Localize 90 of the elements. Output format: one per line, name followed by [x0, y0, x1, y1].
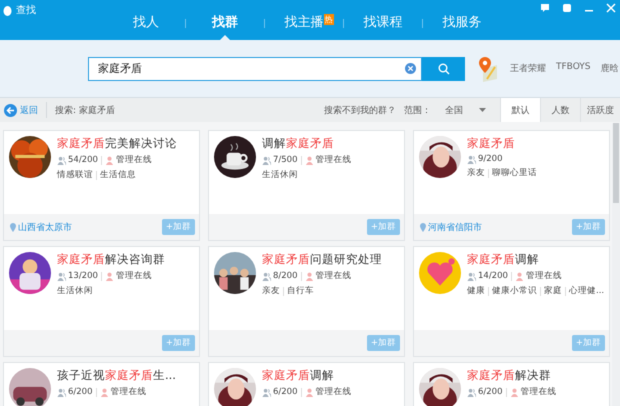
- members-icon: [262, 272, 271, 280]
- member-count: 13/200: [68, 271, 98, 281]
- admin-status: 管理在线: [316, 154, 352, 166]
- group-title[interactable]: 调解家庭矛盾: [262, 136, 352, 151]
- group-tag: 聊聊心里话: [492, 167, 537, 179]
- group-title[interactable]: 家庭矛盾调解: [262, 368, 352, 383]
- group-title[interactable]: 孩子近视家庭矛盾生...: [57, 368, 176, 383]
- group-title[interactable]: 家庭矛盾解决咨询群: [57, 252, 165, 267]
- hot-keyword-link[interactable]: 鹿晗: [600, 62, 618, 75]
- person-icon: [510, 388, 518, 396]
- members-icon: [57, 272, 66, 280]
- group-title[interactable]: 家庭矛盾完美解决讨论: [57, 136, 177, 151]
- clear-icon[interactable]: [405, 62, 416, 74]
- search-field[interactable]: 家庭矛盾: [88, 56, 422, 80]
- person-icon: [104, 156, 114, 164]
- person-icon: [304, 388, 314, 396]
- sort-tab[interactable]: 活跃度: [580, 98, 620, 122]
- group-tag: 情感联谊: [57, 169, 93, 181]
- group-title[interactable]: 家庭矛盾: [467, 136, 537, 151]
- group-tag: 亲友: [467, 167, 485, 179]
- window-title: 查找: [16, 4, 36, 17]
- member-count: 6/200: [68, 387, 92, 397]
- group-tag: 健康: [467, 285, 485, 297]
- not-found-link[interactable]: 搜索不到我的群？: [324, 104, 396, 116]
- group-card[interactable]: 家庭矛盾问题研究处理 8/200 管理在线 亲友 自行车 +加群: [208, 246, 405, 357]
- admin-status: 管理在线: [316, 270, 352, 282]
- person-icon: [104, 272, 114, 280]
- scrollbar[interactable]: [612, 123, 620, 406]
- members-icon: [467, 272, 476, 280]
- pin-icon: [420, 222, 426, 232]
- group-tag: 亲友: [262, 285, 280, 297]
- group-tag: 自行车: [287, 285, 314, 297]
- group-tag: 生活休闲: [262, 169, 298, 181]
- group-card[interactable]: 家庭矛盾 9/200 亲友 聊聊心里话 河南省信阳市 +加群: [413, 130, 610, 241]
- member-count: 8/200: [273, 271, 298, 281]
- members-icon: [262, 388, 271, 396]
- member-count: 7/500: [273, 155, 298, 165]
- admin-status: 管理在线: [110, 386, 146, 398]
- caret-icon: [479, 108, 486, 112]
- group-card[interactable]: 家庭矛盾完美解决讨论 54/200 管理在线 情感联谊 生活信息 山西省太原市 +加群: [3, 130, 200, 241]
- group-tag: 生活休闲: [57, 285, 93, 297]
- person-icon: [100, 388, 108, 396]
- range-label: 范围：: [404, 104, 431, 116]
- back-arrow-icon: [4, 104, 17, 116]
- group-tag: 家庭: [544, 285, 562, 297]
- members-icon: [57, 388, 66, 396]
- group-title[interactable]: 家庭矛盾解决群: [467, 368, 556, 383]
- admin-status: 管理在线: [526, 270, 562, 282]
- search-query-text: 搜索: 家庭矛盾: [55, 104, 116, 116]
- member-count: 6/200: [478, 387, 502, 397]
- members-icon: [57, 156, 66, 164]
- search-icon: [438, 62, 450, 74]
- location-link[interactable]: 河南省信阳市: [420, 220, 482, 234]
- group-title[interactable]: 家庭矛盾问题研究处理: [262, 252, 382, 267]
- group-card[interactable]: 家庭矛盾调解 6/200 管理在线: [208, 362, 405, 406]
- group-tag: 健康小常识: [492, 285, 537, 297]
- group-title[interactable]: 家庭矛盾调解: [467, 252, 604, 267]
- person-icon: [304, 156, 314, 164]
- sort-tab[interactable]: 人数: [540, 98, 580, 122]
- group-card[interactable]: 家庭矛盾解决群 6/200 管理在线: [413, 362, 610, 406]
- feedback-icon[interactable]: [540, 3, 550, 13]
- group-card[interactable]: 孩子近视家庭矛盾生... 6/200 管理在线: [3, 362, 200, 406]
- group-card[interactable]: 家庭矛盾解决咨询群 13/200 管理在线 生活休闲 +加群: [3, 246, 200, 357]
- hot-keyword-link[interactable]: 王者荣耀: [510, 62, 546, 75]
- hot-badge: 热: [324, 14, 334, 25]
- sort-tab[interactable]: 默认: [500, 98, 540, 122]
- close-icon[interactable]: [606, 3, 616, 13]
- members-icon: [467, 154, 476, 164]
- person-icon: [514, 272, 524, 280]
- group-tag: 心理健...: [569, 285, 604, 297]
- hot-keyword-link[interactable]: TFBOYS: [556, 62, 590, 75]
- admin-status: 管理在线: [520, 386, 556, 398]
- admin-status: 管理在线: [116, 270, 152, 282]
- members-icon: [262, 156, 271, 164]
- admin-status: 管理在线: [316, 386, 352, 398]
- pin-icon: [10, 222, 16, 232]
- skin-icon[interactable]: [562, 3, 572, 13]
- member-count: 9/200: [478, 154, 502, 164]
- member-count: 14/200: [478, 271, 508, 281]
- member-count: 54/200: [68, 155, 98, 165]
- group-card[interactable]: 家庭矛盾调解 14/200 管理在线 健康 健康小常识 家庭 心理健... +加群: [413, 246, 610, 357]
- members-icon: [467, 388, 476, 396]
- person-icon: [304, 272, 314, 280]
- group-card[interactable]: 调解家庭矛盾 7/500 管理在线 生活休闲 +加群: [208, 130, 405, 241]
- group-tag: 生活信息: [100, 169, 136, 181]
- search-button[interactable]: [422, 56, 465, 80]
- admin-status: 管理在线: [116, 154, 152, 166]
- location-link[interactable]: 山西省太原市: [10, 220, 72, 234]
- range-dropdown[interactable]: 全国: [445, 104, 486, 116]
- member-count: 6/200: [273, 387, 298, 397]
